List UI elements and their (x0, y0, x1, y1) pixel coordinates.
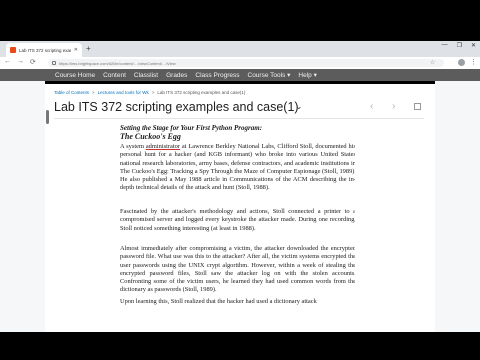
forward-icon[interactable]: → (17, 58, 24, 66)
divider (54, 118, 424, 119)
doc-paragraph-1: A system administrator at Lawrence Berkl… (120, 143, 355, 193)
doc-heading: Setting the Stage for Your First Python … (120, 124, 263, 132)
url-text: https://lms.brightspace.com/d2l/le/conte… (59, 60, 176, 66)
letterbox-bottom (0, 332, 480, 360)
doc-subheading: The Cuckoo's Egg (120, 132, 181, 141)
breadcrumb-separator: > (151, 90, 155, 95)
lock-icon (52, 61, 56, 65)
bookmark-star-icon[interactable]: ☆ (430, 59, 435, 66)
browser-menu-icon[interactable]: ⋮ (470, 58, 477, 66)
close-window-icon[interactable]: ✕ (471, 42, 476, 49)
nav-grades[interactable]: Grades (166, 72, 187, 79)
fullscreen-icon[interactable] (414, 103, 421, 110)
nav-class-progress[interactable]: Class Progress (195, 72, 239, 79)
maximize-icon[interactable]: ❐ (457, 42, 462, 49)
reload-icon[interactable]: ⟳ (30, 58, 36, 66)
nav-course-tools[interactable]: Course Tools ▾ (248, 71, 291, 79)
next-topic-icon[interactable]: › (392, 101, 395, 112)
left-gutter (0, 81, 45, 332)
nav-classlist[interactable]: Classlist (134, 72, 158, 79)
tab-title: Lab ITS 372 scripting examples (19, 47, 71, 53)
breadcrumb-current: Lab ITS 372 scripting examples and case(… (157, 90, 246, 95)
doc-paragraph-2: Fascinated by the attacker's methodology… (120, 208, 355, 233)
doc-paragraph-3: Almost immediately after compromising a … (120, 245, 355, 295)
back-icon[interactable]: ← (4, 58, 11, 66)
breadcrumb: Table of Contents > Lectures and tools f… (54, 90, 245, 95)
address-bar[interactable]: https://lms.brightspace.com/d2l/le/conte… (48, 59, 444, 67)
close-tab-icon[interactable]: ✕ (74, 47, 78, 53)
breadcrumb-toc[interactable]: Table of Contents (54, 90, 89, 95)
breadcrumb-separator: > (92, 90, 95, 95)
course-navbar: Course Home Content Classlist Grades Cla… (0, 69, 480, 81)
browser-tab[interactable]: Lab ITS 372 scripting examples ✕ (6, 43, 82, 57)
nav-course-home[interactable]: Course Home (55, 72, 95, 79)
nav-help[interactable]: Help ▾ (298, 71, 316, 79)
new-tab-button[interactable]: + (86, 44, 91, 54)
previous-topic-icon[interactable]: ‹ (370, 101, 373, 112)
minimize-icon[interactable]: — (442, 42, 448, 49)
nav-buttons: ← → ⟳ (4, 58, 36, 66)
nav-content[interactable]: Content (103, 72, 126, 79)
profile-avatar[interactable] (458, 59, 465, 66)
chevron-down-icon[interactable]: ⌄ (295, 101, 303, 112)
para1-start: A system (120, 143, 146, 150)
window-controls: — ❐ ✕ (442, 42, 476, 49)
right-gutter (435, 81, 480, 332)
document-viewer[interactable]: Setting the Stage for Your First Python … (110, 120, 355, 332)
breadcrumb-module[interactable]: Lectures and tools for Wk (98, 90, 149, 95)
para1-rest: at Lawrence Berkley National Labs, Cliff… (120, 143, 355, 192)
para3-text: Almost immediately after compromising a … (120, 245, 355, 294)
favicon-icon (10, 47, 16, 53)
panel-resize-handle[interactable] (46, 110, 49, 124)
page-title: Lab ITS 372 scripting examples and case(… (54, 100, 299, 114)
para4-text: Upon learning this, Stoll realized that … (120, 298, 317, 305)
highlighted-word: administrator (145, 143, 180, 150)
screen: Lab ITS 372 scripting examples ✕ + — ❐ ✕… (0, 0, 480, 360)
letterbox-top (0, 0, 480, 41)
doc-paragraph-4: Upon learning this, Stoll realized that … (120, 298, 355, 306)
para2-text: Fascinated by the attacker's methodology… (120, 208, 355, 232)
